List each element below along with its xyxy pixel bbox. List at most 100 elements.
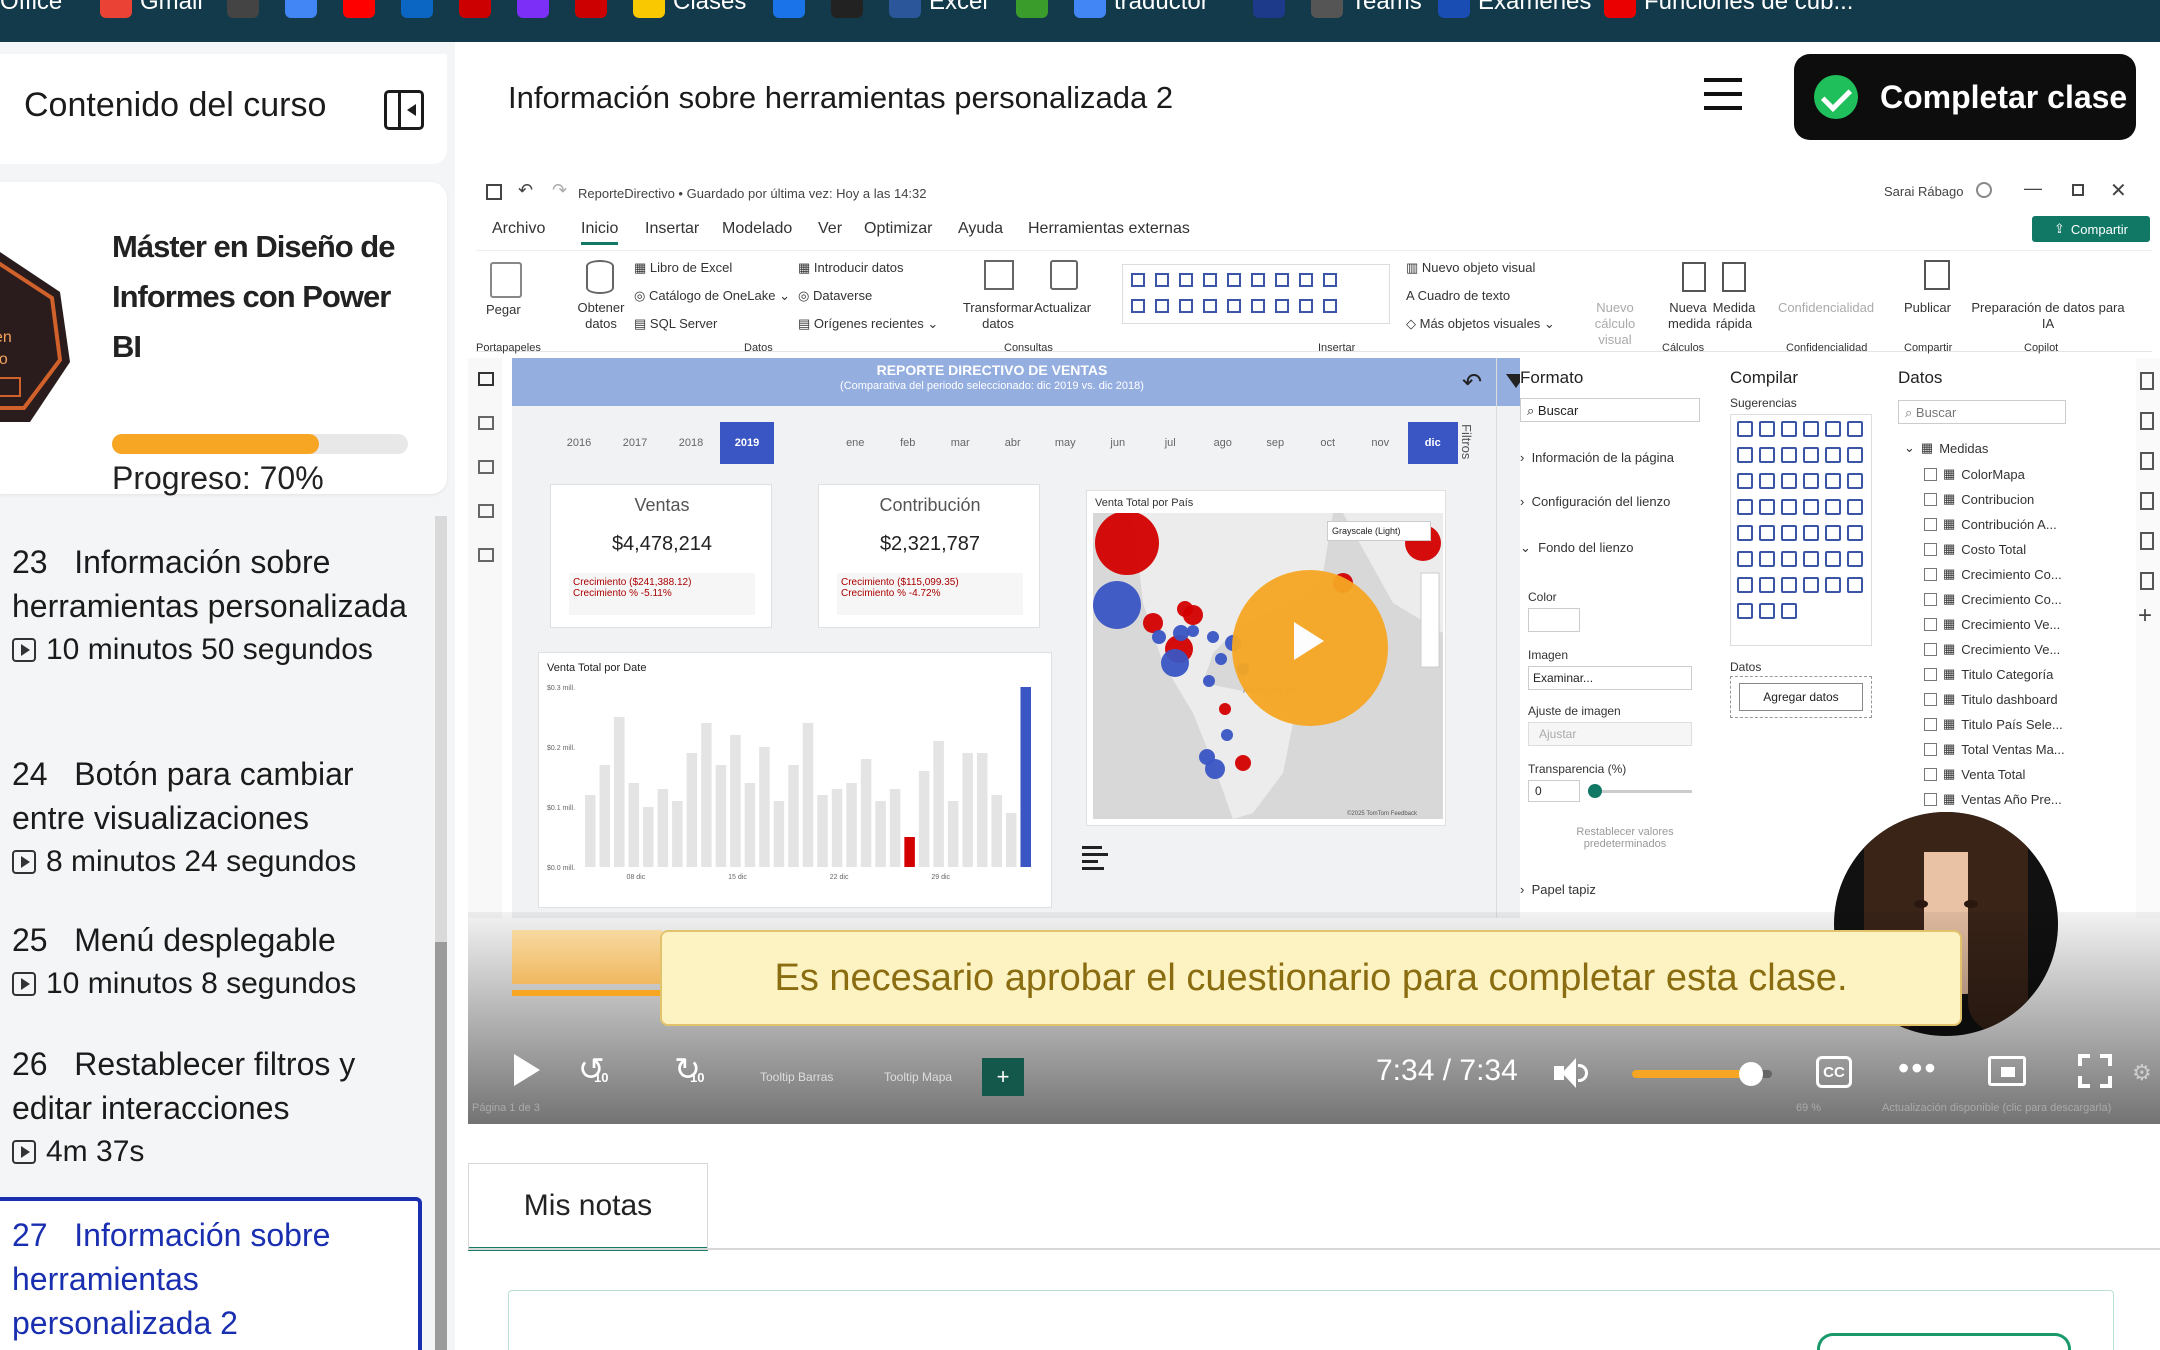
measure-item[interactable]: ▦ Crecimiento Co... bbox=[1924, 591, 2062, 607]
tab-insertar[interactable]: Insertar bbox=[645, 220, 699, 238]
save-icon[interactable] bbox=[486, 184, 502, 200]
checkbox-icon[interactable] bbox=[1924, 467, 1937, 481]
measure-item[interactable]: ▦ Titulo Categoría bbox=[1924, 666, 2053, 682]
checkbox-icon[interactable] bbox=[1924, 667, 1937, 681]
fullscreen-icon[interactable] bbox=[2078, 1054, 2112, 1088]
visualization-icon[interactable] bbox=[1803, 577, 1819, 593]
visualization-icon[interactable] bbox=[1759, 577, 1775, 593]
measure-item[interactable]: ▦ Crecimiento Co... bbox=[1924, 566, 2062, 582]
bookmark-item[interactable]: traductor bbox=[1074, 0, 1209, 18]
bookmark-item[interactable]: Exámenes bbox=[1438, 0, 1591, 18]
new-visual-button[interactable]: ▥ Nuevo objeto visual bbox=[1406, 260, 1535, 276]
rail-icon[interactable] bbox=[2140, 532, 2154, 550]
visualization-icon[interactable] bbox=[1847, 447, 1863, 463]
visual-type-icon[interactable] bbox=[1131, 273, 1145, 287]
visualization-icon[interactable] bbox=[1847, 525, 1863, 541]
notes-save-button[interactable] bbox=[1817, 1333, 2071, 1350]
tab-ver[interactable]: Ver bbox=[818, 220, 842, 238]
month-option-ago[interactable]: ago bbox=[1197, 422, 1248, 464]
year-option-2018[interactable]: 2018 bbox=[664, 422, 718, 464]
slider-thumb[interactable] bbox=[1588, 784, 1602, 798]
bookmark-item[interactable]: Clases bbox=[633, 0, 746, 18]
bookmark-item[interactable] bbox=[1253, 0, 1285, 18]
transparency-input[interactable]: 0 bbox=[1528, 780, 1580, 802]
publish-button[interactable]: Publicar bbox=[1904, 300, 1951, 316]
add-page-button[interactable]: + bbox=[982, 1058, 1024, 1096]
visual-type-icon[interactable] bbox=[1275, 273, 1289, 287]
add-data-button[interactable]: Agregar datos bbox=[1739, 683, 1863, 711]
checkbox-icon[interactable] bbox=[1924, 542, 1937, 556]
bookmark-item[interactable]: Gmail bbox=[100, 0, 203, 18]
format-section-canvas-background[interactable]: ⌄ Fondo del lienzo bbox=[1520, 540, 1634, 556]
measure-item[interactable]: ▦ Costo Total bbox=[1924, 541, 2026, 557]
month-option-sep[interactable]: sep bbox=[1250, 422, 1301, 464]
table-view-icon[interactable] bbox=[478, 416, 494, 430]
rail-icon[interactable] bbox=[2140, 372, 2154, 390]
month-slicer[interactable]: ene feb mar abr may jun jul ago sep oct nov dic bbox=[830, 422, 1460, 464]
new-calc-button[interactable]: Nuevo cálculo visual bbox=[1580, 300, 1650, 348]
play-overlay-button[interactable] bbox=[1232, 570, 1388, 726]
tab-modelado[interactable]: Modelado bbox=[722, 220, 792, 238]
complete-class-button[interactable]: Completar clase bbox=[1794, 54, 2136, 140]
visualization-icon[interactable] bbox=[1803, 421, 1819, 437]
data-search[interactable]: ⌕ Buscar bbox=[1898, 400, 2066, 424]
tab-optimizar[interactable]: Optimizar bbox=[864, 220, 932, 238]
visualization-icon[interactable] bbox=[1759, 551, 1775, 567]
reset-defaults-link[interactable]: Restablecer valores predeterminados bbox=[1560, 826, 1690, 850]
report-view-icon[interactable] bbox=[478, 372, 494, 386]
bookmark-item[interactable]: Excel bbox=[889, 0, 988, 18]
visualization-icon[interactable] bbox=[1825, 421, 1841, 437]
checkbox-icon[interactable] bbox=[1924, 492, 1937, 506]
measure-item[interactable]: ▦ Crecimiento Ve... bbox=[1924, 616, 2060, 632]
color-picker[interactable] bbox=[1528, 608, 1580, 632]
tooltip-visual-icon[interactable] bbox=[1082, 846, 1110, 870]
visualization-icon[interactable] bbox=[1759, 499, 1775, 515]
measure-item[interactable]: ▦ Contribución A... bbox=[1924, 516, 2057, 532]
bookmark-item[interactable] bbox=[773, 0, 805, 18]
bookmark-item[interactable] bbox=[401, 0, 433, 18]
sidebar-scrollbar[interactable] bbox=[435, 516, 447, 1350]
enter-data-button[interactable]: ▦ Introducir datos bbox=[798, 260, 904, 276]
lesson-item-26[interactable]: 26 Restablecer filtros y editar interacc… bbox=[12, 1042, 412, 1174]
play-icon[interactable] bbox=[514, 1054, 540, 1086]
transform-data-button[interactable]: Transformar datos bbox=[962, 300, 1034, 332]
bookmark-item[interactable] bbox=[227, 0, 259, 18]
visualization-icon[interactable] bbox=[1781, 551, 1797, 567]
settings-icon[interactable]: ⚙ bbox=[2132, 1060, 2152, 1086]
sensitivity-button[interactable]: Confidencialidad bbox=[1776, 300, 1876, 316]
visual-type-icon[interactable] bbox=[1227, 273, 1241, 287]
visualization-icon[interactable] bbox=[1825, 551, 1841, 567]
visual-type-icon[interactable] bbox=[1203, 299, 1217, 313]
pip-icon[interactable] bbox=[1988, 1056, 2026, 1086]
measure-item[interactable]: ▦ ColorMapa bbox=[1924, 466, 2025, 482]
month-option-feb[interactable]: feb bbox=[882, 422, 933, 464]
visualization-icon[interactable] bbox=[1803, 473, 1819, 489]
bookmark-item[interactable] bbox=[343, 0, 375, 18]
dataverse-button[interactable]: ◎ Dataverse bbox=[798, 288, 872, 304]
tab-archivo[interactable]: Archivo bbox=[492, 220, 545, 238]
bookmark-item[interactable]: Funciones de cub... bbox=[1604, 0, 1853, 18]
refresh-button[interactable]: Actualizar bbox=[1034, 300, 1091, 316]
excel-workbook-button[interactable]: ▦ Libro de Excel bbox=[634, 260, 732, 276]
volume-thumb[interactable] bbox=[1739, 1062, 1763, 1086]
visualization-icon[interactable] bbox=[1825, 473, 1841, 489]
share-button[interactable]: ⇪ Compartir bbox=[2032, 216, 2150, 242]
visual-type-icon[interactable] bbox=[1179, 273, 1193, 287]
visual-type-icon[interactable] bbox=[1275, 299, 1289, 313]
paste-button[interactable]: Pegar bbox=[486, 302, 521, 318]
tmdl-view-icon[interactable] bbox=[478, 548, 494, 562]
visualization-icon[interactable] bbox=[1847, 499, 1863, 515]
format-section-wallpaper[interactable]: › Papel tapiz bbox=[1520, 882, 1596, 897]
visualization-icon[interactable] bbox=[1825, 499, 1841, 515]
ai-prep-button[interactable]: Preparación de datos para IA bbox=[1968, 300, 2128, 332]
visualization-icon[interactable] bbox=[1781, 421, 1797, 437]
year-slicer[interactable]: 2016 2017 2018 2019 bbox=[552, 422, 776, 464]
visualization-icon[interactable] bbox=[1759, 421, 1775, 437]
visualization-icon[interactable] bbox=[1737, 525, 1753, 541]
visualization-icon[interactable] bbox=[1781, 525, 1797, 541]
lesson-item-24[interactable]: 24 Botón para cambiar entre visualizacio… bbox=[12, 752, 412, 884]
month-option-dic[interactable]: dic bbox=[1407, 422, 1458, 464]
visualization-icon[interactable] bbox=[1803, 447, 1819, 463]
visualization-icon[interactable] bbox=[1825, 447, 1841, 463]
visualization-icon[interactable] bbox=[1847, 473, 1863, 489]
